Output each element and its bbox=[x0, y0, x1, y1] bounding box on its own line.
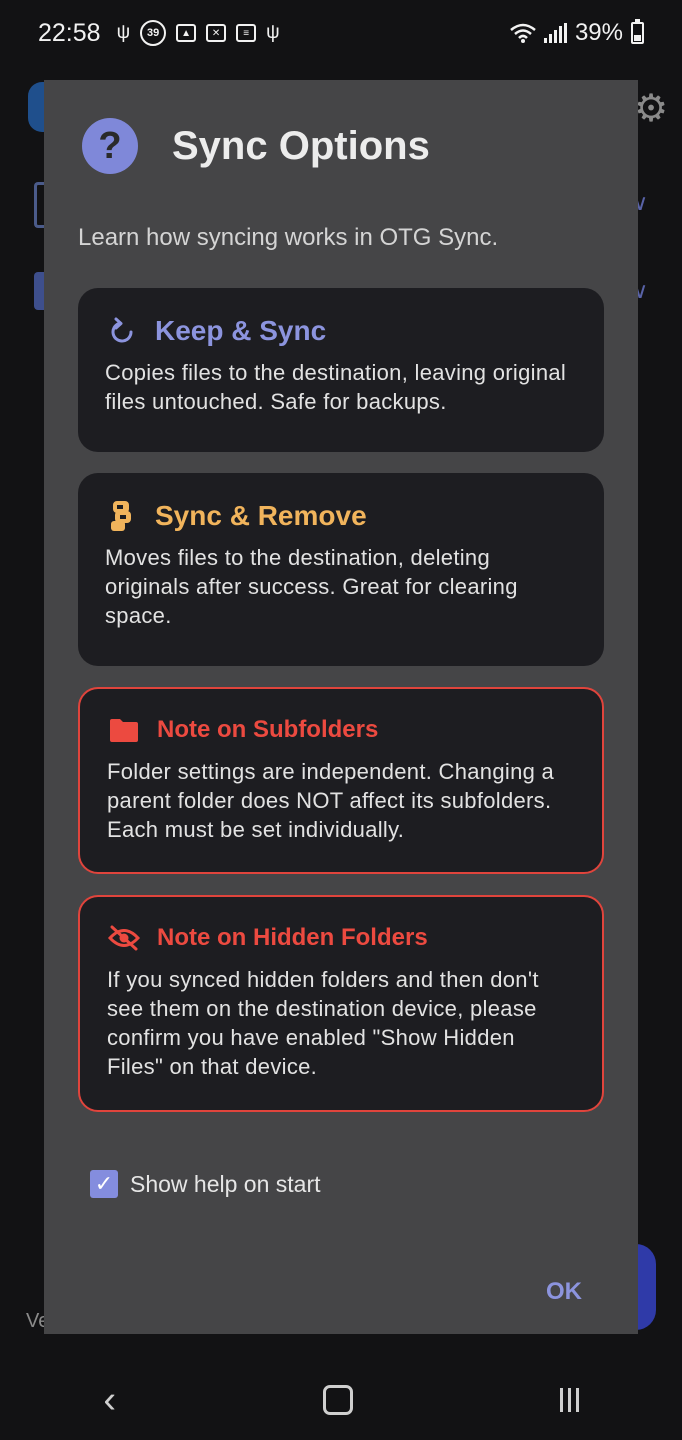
card-title: Note on Hidden Folders bbox=[157, 924, 428, 951]
usb-icon: ψ bbox=[116, 22, 131, 43]
card-body: Moves files to the destination, deleting… bbox=[105, 545, 518, 628]
move-icon bbox=[105, 499, 139, 533]
battery-icon bbox=[631, 19, 644, 44]
help-icon: ? bbox=[82, 118, 138, 174]
usb-icon-2: ψ bbox=[266, 22, 280, 43]
refresh-icon bbox=[105, 314, 139, 348]
gear-icon[interactable]: ⚙ bbox=[634, 86, 668, 131]
folder-icon bbox=[107, 713, 141, 747]
subfolders-note-card: Note on Subfolders Folder settings are i… bbox=[78, 687, 604, 874]
gallery-icon: ▲ bbox=[176, 24, 197, 42]
ok-button[interactable]: OK bbox=[546, 1274, 582, 1310]
dialog-header: ? Sync Options bbox=[82, 118, 430, 174]
eye-off-icon bbox=[107, 921, 141, 955]
card-header: Sync & Remove bbox=[105, 499, 577, 533]
recent-apps-icon[interactable] bbox=[559, 1388, 579, 1412]
home-icon[interactable] bbox=[322, 1385, 353, 1415]
status-bar-right: 39% bbox=[510, 19, 644, 47]
hidden-folders-note-card: Note on Hidden Folders If you synced hid… bbox=[78, 895, 604, 1112]
card-body: Folder settings are independent. Changin… bbox=[107, 759, 555, 842]
keep-sync-card: Keep & Sync Copies files to the destinat… bbox=[78, 288, 604, 452]
card-header: Note on Hidden Folders bbox=[107, 921, 575, 955]
show-help-checkbox-label: Show help on start bbox=[130, 1170, 321, 1197]
close-box-icon: ✕ bbox=[206, 24, 227, 42]
card-header: Note on Subfolders bbox=[107, 713, 575, 747]
card-body: If you synced hidden folders and then do… bbox=[107, 967, 539, 1079]
card-header: Keep & Sync bbox=[105, 314, 577, 348]
show-help-checkbox[interactable]: ✓ bbox=[90, 1170, 118, 1198]
wifi-icon bbox=[510, 23, 536, 43]
cellular-signal-icon bbox=[543, 23, 567, 43]
sync-remove-card: Sync & Remove Moves files to the destina… bbox=[78, 473, 604, 666]
sync-options-dialog: ? Sync Options Learn how syncing works i… bbox=[44, 80, 638, 1334]
status-bar: 22:58 ψ 39 ▲ ✕ ≡ ψ 39% bbox=[0, 0, 682, 66]
card-body: Copies files to the destination, leaving… bbox=[105, 360, 567, 414]
status-time: 22:58 bbox=[38, 18, 101, 47]
card-title: Note on Subfolders bbox=[157, 716, 379, 743]
notification-count-badge: 39 bbox=[140, 20, 167, 46]
system-navigation-bar: ‹ bbox=[0, 1360, 682, 1440]
dialog-subtitle: Learn how syncing works in OTG Sync. bbox=[78, 224, 499, 251]
back-icon[interactable]: ‹ bbox=[103, 1379, 116, 1422]
card-title: Keep & Sync bbox=[155, 315, 327, 346]
card-title: Sync & Remove bbox=[155, 500, 367, 531]
battery-percent: 39% bbox=[574, 19, 623, 46]
status-bar-left: 22:58 ψ 39 ▲ ✕ ≡ ψ bbox=[38, 19, 280, 48]
calendar-icon: ≡ bbox=[236, 24, 257, 42]
dialog-title: Sync Options bbox=[172, 123, 430, 168]
show-help-on-start-option[interactable]: ✓ Show help on start bbox=[90, 1170, 321, 1198]
